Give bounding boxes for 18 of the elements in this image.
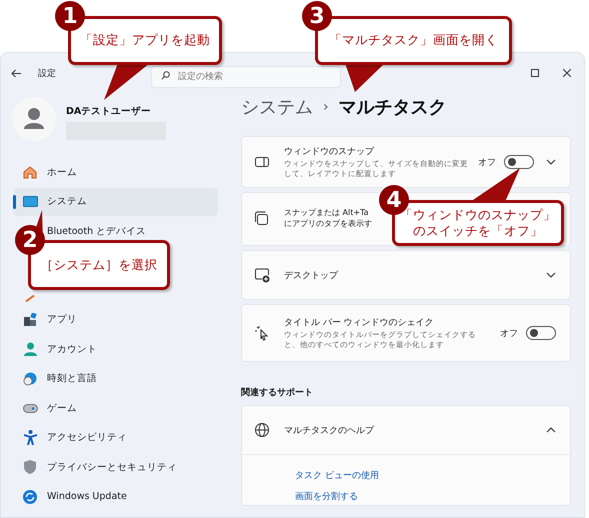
toggle-state-label: オフ <box>500 328 518 340</box>
page-title: マルチタスク <box>338 96 447 119</box>
callout-text: 「設定」アプリを起動 <box>80 32 210 49</box>
setting-title: タイトル バー ウィンドウのシェイク <box>284 316 435 329</box>
window-title: 設定 <box>38 68 56 80</box>
step-number: 1 <box>55 1 85 31</box>
setting-title: デスクトップ <box>284 269 340 282</box>
help-title: マルチタスクのヘルプ <box>284 424 376 436</box>
setting-title: スナップまたは Alt+Ta <box>284 208 369 219</box>
step-number: 3 <box>302 1 332 31</box>
callout-text: 「マルチタスク」画面を開く <box>329 32 498 49</box>
callout-text: ［システム］を選択 <box>40 256 158 274</box>
setting-title: ウィンドウのスナップ <box>284 145 376 158</box>
user-name: DAテストユーザー <box>66 105 152 118</box>
breadcrumb-separator: › <box>323 99 329 115</box>
section-heading: 関連するサポート <box>241 386 314 399</box>
setting-title: にアプリのタブを表示す <box>284 219 372 230</box>
toggle-state-label: オフ <box>478 156 496 168</box>
